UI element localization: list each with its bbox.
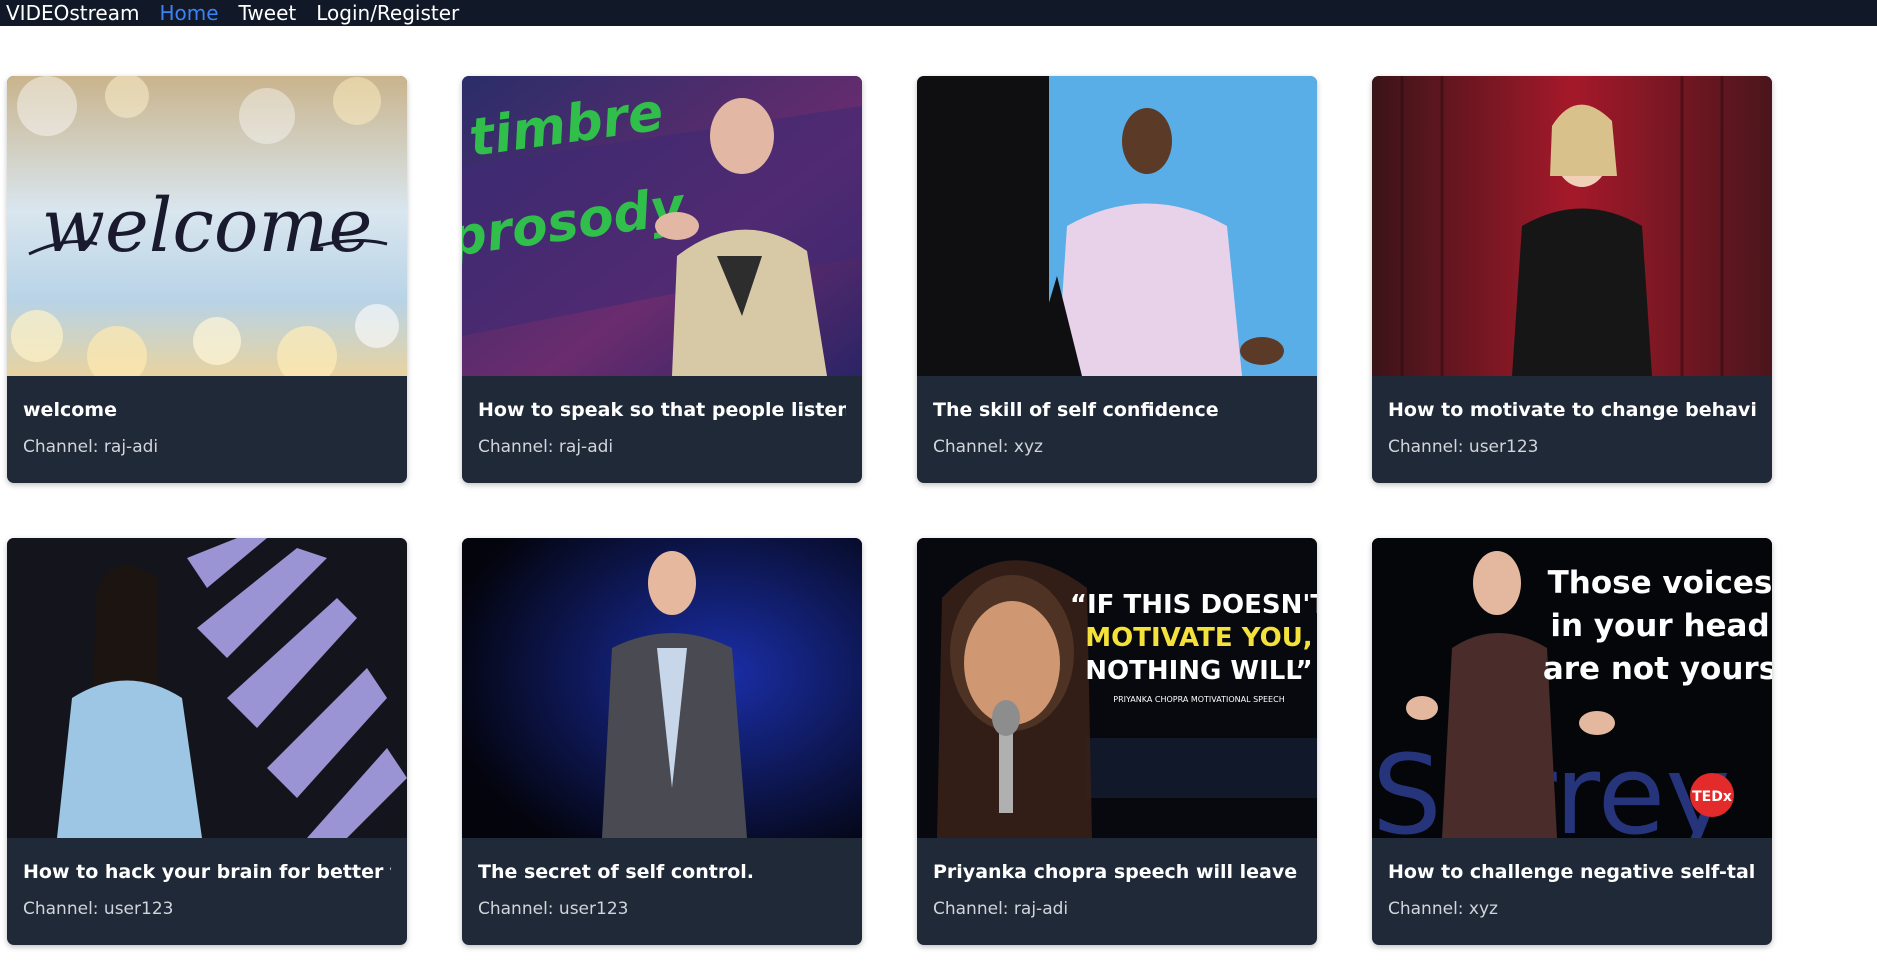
- video-thumbnail[interactable]: [462, 538, 862, 838]
- video-grid: welcome welcome Channel: raj-adi timbre …: [7, 76, 1772, 945]
- video-title[interactable]: How to hack your brain for better focus: [23, 860, 391, 884]
- video-title[interactable]: welcome: [23, 398, 391, 422]
- svg-text:MOTIVATE YOU,: MOTIVATE YOU,: [1085, 623, 1312, 653]
- video-thumbnail[interactable]: “IF THIS DOESN'T MOTIVATE YOU, NOTHING W…: [917, 538, 1317, 838]
- video-card[interactable]: “IF THIS DOESN'T MOTIVATE YOU, NOTHING W…: [917, 538, 1317, 945]
- video-thumbnail[interactable]: welcome: [7, 76, 407, 376]
- video-thumbnail[interactable]: timbre prosody: [462, 76, 862, 376]
- video-channel: Channel: raj-adi: [23, 437, 159, 457]
- video-title[interactable]: How to motivate to change behaviour.: [1388, 398, 1756, 422]
- video-card[interactable]: welcome welcome Channel: raj-adi: [7, 76, 407, 483]
- video-title[interactable]: The skill of self confidence: [933, 398, 1301, 422]
- svg-text:NOTHING WILL”: NOTHING WILL”: [1085, 656, 1313, 686]
- video-channel: Channel: user123: [23, 899, 174, 919]
- welcome-thumb-text: welcome: [42, 183, 373, 269]
- video-channel: Channel: xyz: [1388, 899, 1498, 919]
- video-card[interactable]: How to hack your brain for better focus …: [7, 538, 407, 945]
- nav-login-register-link[interactable]: Login/Register: [316, 0, 459, 26]
- video-thumbnail[interactable]: [917, 76, 1317, 376]
- video-title[interactable]: Priyanka chopra speech will leave you ..…: [933, 860, 1301, 884]
- video-card[interactable]: The skill of self confidence Channel: xy…: [917, 76, 1317, 483]
- svg-text:in your head: in your head: [1550, 608, 1769, 644]
- video-channel: Channel: raj-adi: [933, 899, 1069, 919]
- svg-text:are not yours: are not yours: [1543, 651, 1772, 687]
- video-card[interactable]: Surrey Those voices in your head are not…: [1372, 538, 1772, 945]
- nav-tweet-link[interactable]: Tweet: [239, 0, 297, 26]
- svg-text:Those voices: Those voices: [1548, 565, 1772, 601]
- brand-logo[interactable]: VIDEOstream: [6, 0, 139, 26]
- video-card[interactable]: The secret of self control. Channel: use…: [462, 538, 862, 945]
- nav-home-link[interactable]: Home: [159, 0, 218, 26]
- video-thumbnail[interactable]: [7, 538, 407, 838]
- video-card[interactable]: timbre prosody How to speak so that peop…: [462, 76, 862, 483]
- svg-text:PRIYANKA CHOPRA MOTIVATIONAL S: PRIYANKA CHOPRA MOTIVATIONAL SPEECH: [1113, 695, 1284, 704]
- video-thumbnail[interactable]: [1372, 76, 1772, 376]
- video-thumbnail[interactable]: Surrey Those voices in your head are not…: [1372, 538, 1772, 838]
- svg-text:TEDx: TEDx: [1692, 789, 1732, 805]
- svg-text:“IF THIS DOESN'T: “IF THIS DOESN'T: [1070, 590, 1317, 620]
- video-channel: Channel: xyz: [933, 437, 1043, 457]
- video-channel: Channel: raj-adi: [478, 437, 614, 457]
- video-title[interactable]: How to challenge negative self-talk: [1388, 860, 1756, 884]
- video-title[interactable]: The secret of self control.: [478, 860, 846, 884]
- video-card[interactable]: How to motivate to change behaviour. Cha…: [1372, 76, 1772, 483]
- video-channel: Channel: user123: [1388, 437, 1539, 457]
- video-channel: Channel: user123: [478, 899, 629, 919]
- video-title[interactable]: How to speak so that people listen to ..…: [478, 398, 846, 422]
- top-navbar: VIDEOstream Home Tweet Login/Register: [0, 0, 1877, 26]
